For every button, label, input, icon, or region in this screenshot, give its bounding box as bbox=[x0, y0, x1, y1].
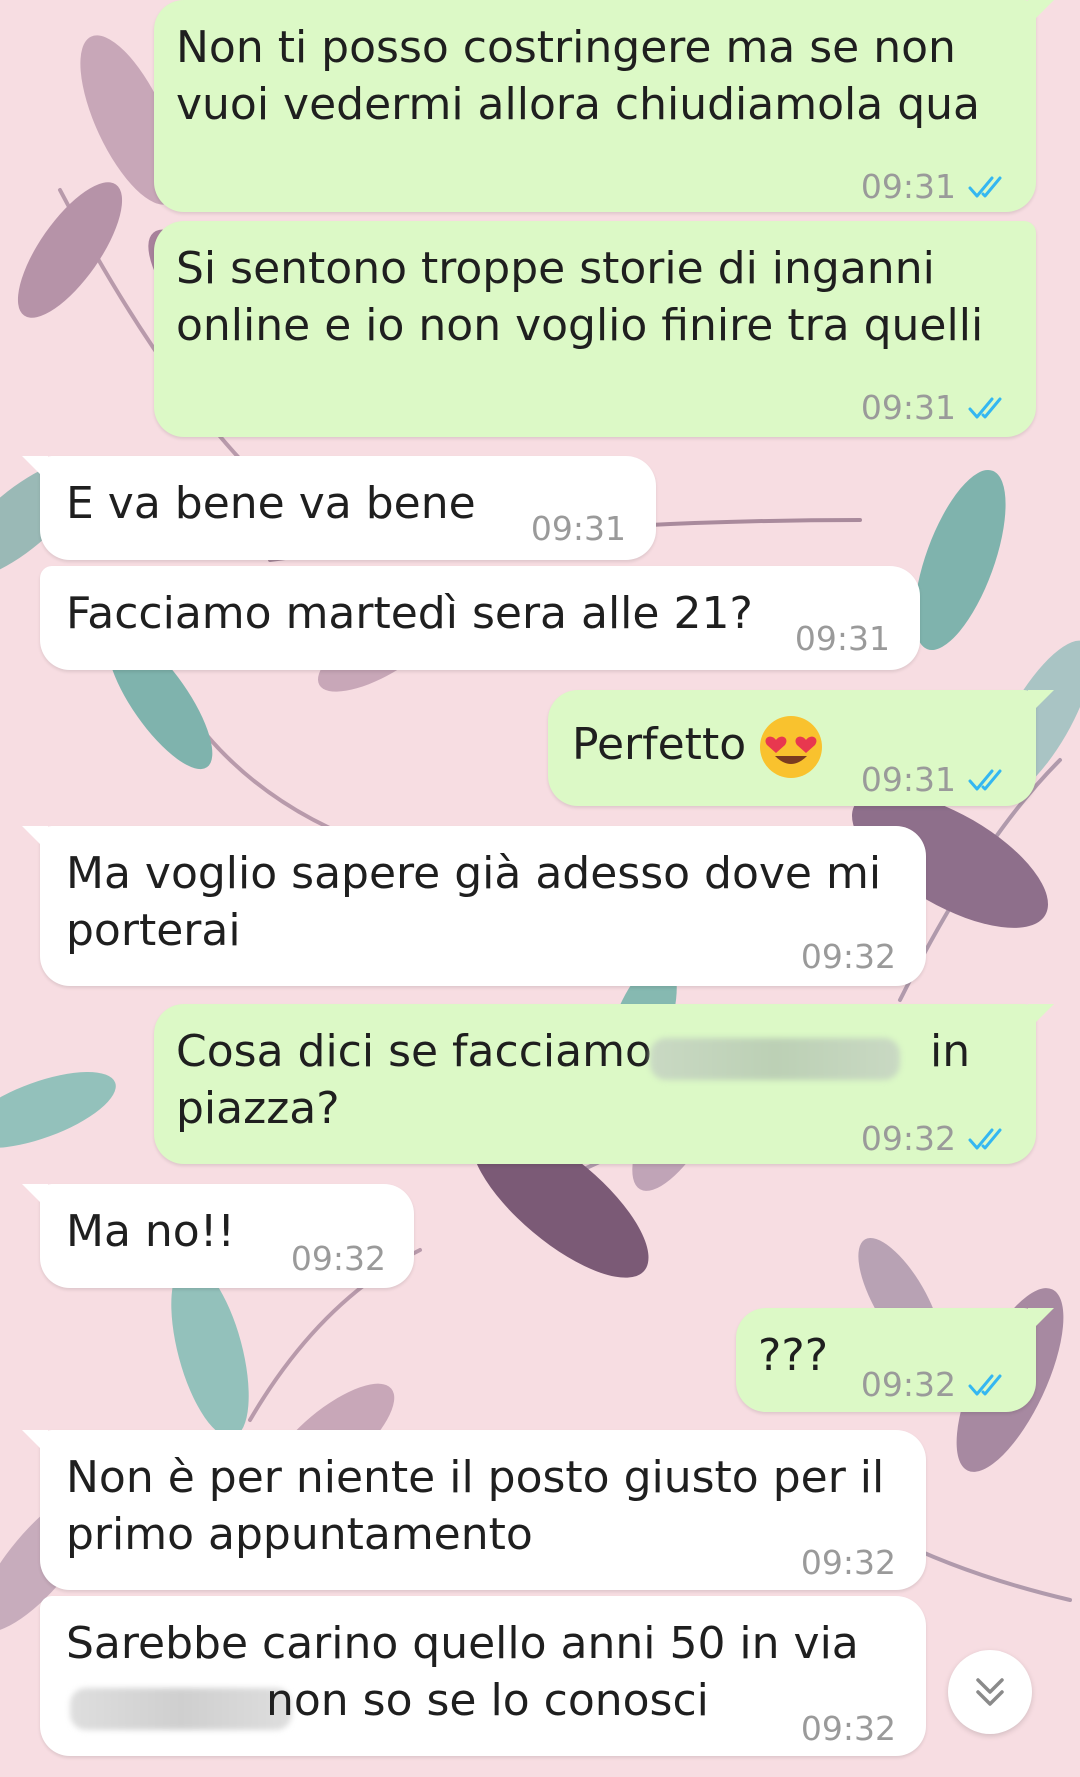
message-text: Non ti posso costringere ma se non bbox=[176, 22, 956, 73]
message-text: piazza? bbox=[176, 1083, 340, 1134]
bubble-tail bbox=[22, 456, 48, 482]
message-bubble-outgoing[interactable]: Si sentono troppe storie di inganni onli… bbox=[154, 221, 1036, 437]
message-text: Perfetto bbox=[572, 714, 824, 780]
read-receipt-icon bbox=[968, 176, 1002, 197]
message-bubble-outgoing[interactable]: ??? 09:32 bbox=[736, 1308, 1054, 1413]
message-meta: 09:31 bbox=[531, 500, 626, 557]
message-text: ??? bbox=[758, 1330, 829, 1381]
message-text: vuoi vedermi allora chiudiamola qua bbox=[176, 79, 980, 130]
message-text: Ma no!! bbox=[66, 1206, 235, 1257]
message-bubble-incoming[interactable]: E va bene va bene 09:31 bbox=[22, 456, 656, 560]
double-chevron-down-icon bbox=[976, 1678, 1004, 1706]
read-receipt-icon bbox=[968, 397, 1002, 418]
message-meta: 09:32 bbox=[861, 1356, 1010, 1413]
message-time: 09:31 bbox=[860, 760, 956, 799]
message-bubble-incoming[interactable]: Facciamo martedì sera alle 21? 09:31 bbox=[40, 566, 920, 670]
message-time: 09:31 bbox=[794, 619, 890, 658]
message-meta: 09:32 bbox=[861, 1110, 1010, 1167]
message-meta: 09:31 bbox=[795, 610, 890, 667]
message-time: 09:32 bbox=[860, 1119, 956, 1158]
message-bubble-incoming[interactable]: Sarebbe carino quello anni 50 in via non… bbox=[40, 1596, 926, 1756]
message-bubble-incoming[interactable]: Ma voglio sapere già adesso dove mi port… bbox=[22, 826, 926, 986]
redacted-text bbox=[70, 1688, 292, 1730]
message-text: E va bene va bene bbox=[66, 478, 476, 529]
heart-eyes-emoji-icon bbox=[760, 716, 823, 778]
bubble-tail bbox=[22, 826, 48, 852]
message-text: Si sentono troppe storie di inganni bbox=[176, 243, 935, 294]
message-meta: 09:31 bbox=[861, 158, 1010, 215]
message-text: non so se lo conosci bbox=[266, 1675, 709, 1726]
message-time: 09:32 bbox=[800, 937, 896, 976]
bubble-tail bbox=[22, 1430, 48, 1456]
message-time: 09:31 bbox=[530, 509, 626, 548]
message-time: 09:31 bbox=[860, 167, 956, 206]
message-time: 09:32 bbox=[860, 1365, 956, 1404]
message-text: Ma voglio sapere già adesso dove mi bbox=[66, 848, 882, 899]
message-bubble-outgoing[interactable]: Cosa dici se facciamo in piazza? 09:32 bbox=[154, 1004, 1054, 1167]
bubble-tail bbox=[22, 1184, 48, 1210]
message-text: Sarebbe carino quello anni 50 in via bbox=[66, 1618, 859, 1669]
message-text: in bbox=[930, 1026, 971, 1077]
message-meta: 09:32 bbox=[291, 1230, 386, 1287]
read-receipt-icon bbox=[968, 1374, 1002, 1395]
message-meta: 09:31 bbox=[861, 379, 1010, 436]
read-receipt-icon bbox=[968, 1128, 1002, 1149]
message-text-content: Perfetto bbox=[572, 719, 747, 770]
redacted-text bbox=[650, 1038, 900, 1080]
bubble-tail bbox=[1028, 1004, 1054, 1030]
read-receipt-icon bbox=[968, 769, 1002, 790]
message-time: 09:32 bbox=[290, 1239, 386, 1278]
scroll-to-bottom-button[interactable] bbox=[948, 1650, 1032, 1734]
message-time: 09:31 bbox=[860, 388, 956, 427]
message-time: 09:32 bbox=[800, 1543, 896, 1582]
chat-message-list[interactable]: Non ti posso costringere ma se non vuoi … bbox=[0, 0, 1080, 1777]
bubble-tail bbox=[1028, 0, 1054, 26]
bubble-tail bbox=[1028, 690, 1054, 716]
message-meta: 09:31 bbox=[861, 751, 1010, 808]
message-bubble-incoming[interactable]: Ma no!! 09:32 bbox=[22, 1184, 414, 1288]
message-text: primo appuntamento bbox=[66, 1509, 533, 1560]
message-time: 09:32 bbox=[800, 1709, 896, 1748]
message-text: porterai bbox=[66, 905, 241, 956]
message-meta: 09:32 bbox=[801, 1534, 896, 1591]
message-meta: 09:32 bbox=[801, 1700, 896, 1757]
message-text: Non è per niente il posto giusto per il bbox=[66, 1452, 885, 1503]
message-bubble-incoming[interactable]: Non è per niente il posto giusto per il … bbox=[22, 1430, 926, 1591]
message-text: online e io non voglio finire tra quelli bbox=[176, 300, 984, 351]
message-text: Facciamo martedì sera alle 21? bbox=[66, 588, 753, 639]
message-meta: 09:32 bbox=[801, 928, 896, 985]
message-bubble-outgoing[interactable]: Perfetto 09:31 bbox=[548, 690, 1054, 808]
message-text: Cosa dici se facciamo bbox=[176, 1026, 652, 1077]
message-bubble-outgoing[interactable]: Non ti posso costringere ma se non vuoi … bbox=[154, 0, 1054, 215]
bubble-tail bbox=[1028, 1308, 1054, 1334]
